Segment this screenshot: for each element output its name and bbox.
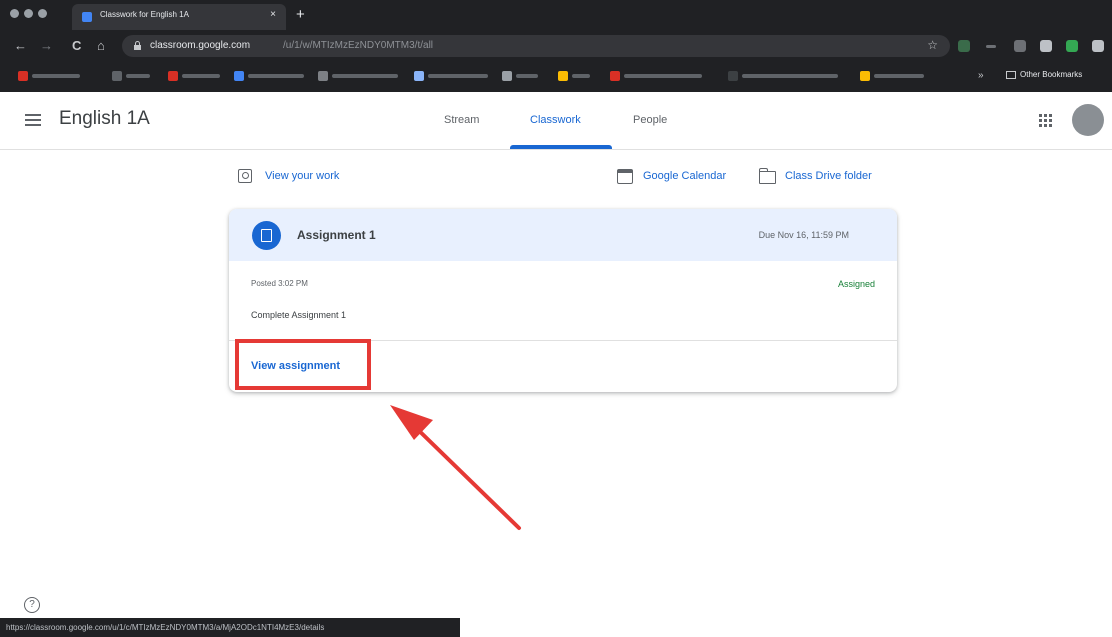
bookmarks-more-icon[interactable]: » [978,70,984,81]
help-icon[interactable]: ? [24,597,40,613]
extension-icon[interactable] [986,45,996,48]
reload-icon[interactable]: C [72,39,81,53]
menu-icon[interactable] [25,114,41,126]
assignment-icon [252,221,281,250]
avatar[interactable] [1072,104,1104,136]
view-work-icon [238,169,252,183]
bookmarks-bar: » Other Bookmarks [0,62,1112,92]
bookmark-star-icon[interactable]: ☆ [927,38,938,52]
classroom-favicon-icon [82,12,92,22]
assignment-card-header[interactable]: Assignment 1 Due Nov 16, 11:59 PM [229,209,897,261]
active-tab-indicator [510,145,612,149]
url-path: /u/1/w/MTIzMzEzNDY0MTM3/t/all [283,40,434,51]
extension-icon[interactable] [958,40,970,52]
class-drive-folder-link[interactable]: Class Drive folder [785,170,872,182]
new-tab-icon[interactable]: + [296,7,305,22]
class-title[interactable]: English 1A [59,108,150,130]
tab-stream[interactable]: Stream [444,114,479,126]
browser-chrome: Classwork for English 1A × + ← → C ⌂ cla… [0,0,1112,92]
link-status-bar: https://classroom.google.com/u/1/c/MTIzM… [0,618,460,637]
posted-time: Posted 3:02 PM [251,279,308,288]
minimize-window-icon[interactable] [24,9,33,18]
highlight-box [235,339,371,390]
address-bar[interactable]: classroom.google.com /u/1/w/MTIzMzEzNDY0… [122,35,950,57]
folder-icon [1006,70,1016,79]
close-window-icon[interactable] [10,9,19,18]
tab-close-icon[interactable]: × [270,9,276,20]
due-date: Due Nov 16, 11:59 PM [758,230,849,240]
other-bookmarks[interactable]: Other Bookmarks [1006,70,1082,79]
forward-icon[interactable]: → [40,39,53,53]
tab-classwork[interactable]: Classwork [530,114,581,126]
tab-title: Classwork for English 1A [100,10,189,19]
classroom-header: English 1A Stream Classwork People [0,92,1112,150]
extension-icon[interactable] [1066,40,1078,52]
browser-tab[interactable]: Classwork for English 1A × [72,4,286,30]
extension-icon[interactable] [1014,40,1026,52]
status-badge: Assigned [837,279,875,289]
lock-icon [134,41,141,50]
tab-people[interactable]: People [633,114,667,126]
url-host: classroom.google.com [150,40,251,51]
calendar-icon [617,169,633,184]
extension-icon[interactable] [1092,40,1104,52]
extension-icon[interactable] [1040,40,1052,52]
view-your-work-link[interactable]: View your work [265,170,339,182]
google-calendar-link[interactable]: Google Calendar [643,170,726,182]
assignment-title: Assignment 1 [297,228,376,242]
home-icon[interactable]: ⌂ [97,39,105,53]
maximize-window-icon[interactable] [38,9,47,18]
back-icon[interactable]: ← [14,39,27,53]
folder-icon [758,168,776,184]
assignment-instructions: Complete Assignment 1 [251,310,347,320]
google-apps-icon[interactable] [1039,114,1053,128]
